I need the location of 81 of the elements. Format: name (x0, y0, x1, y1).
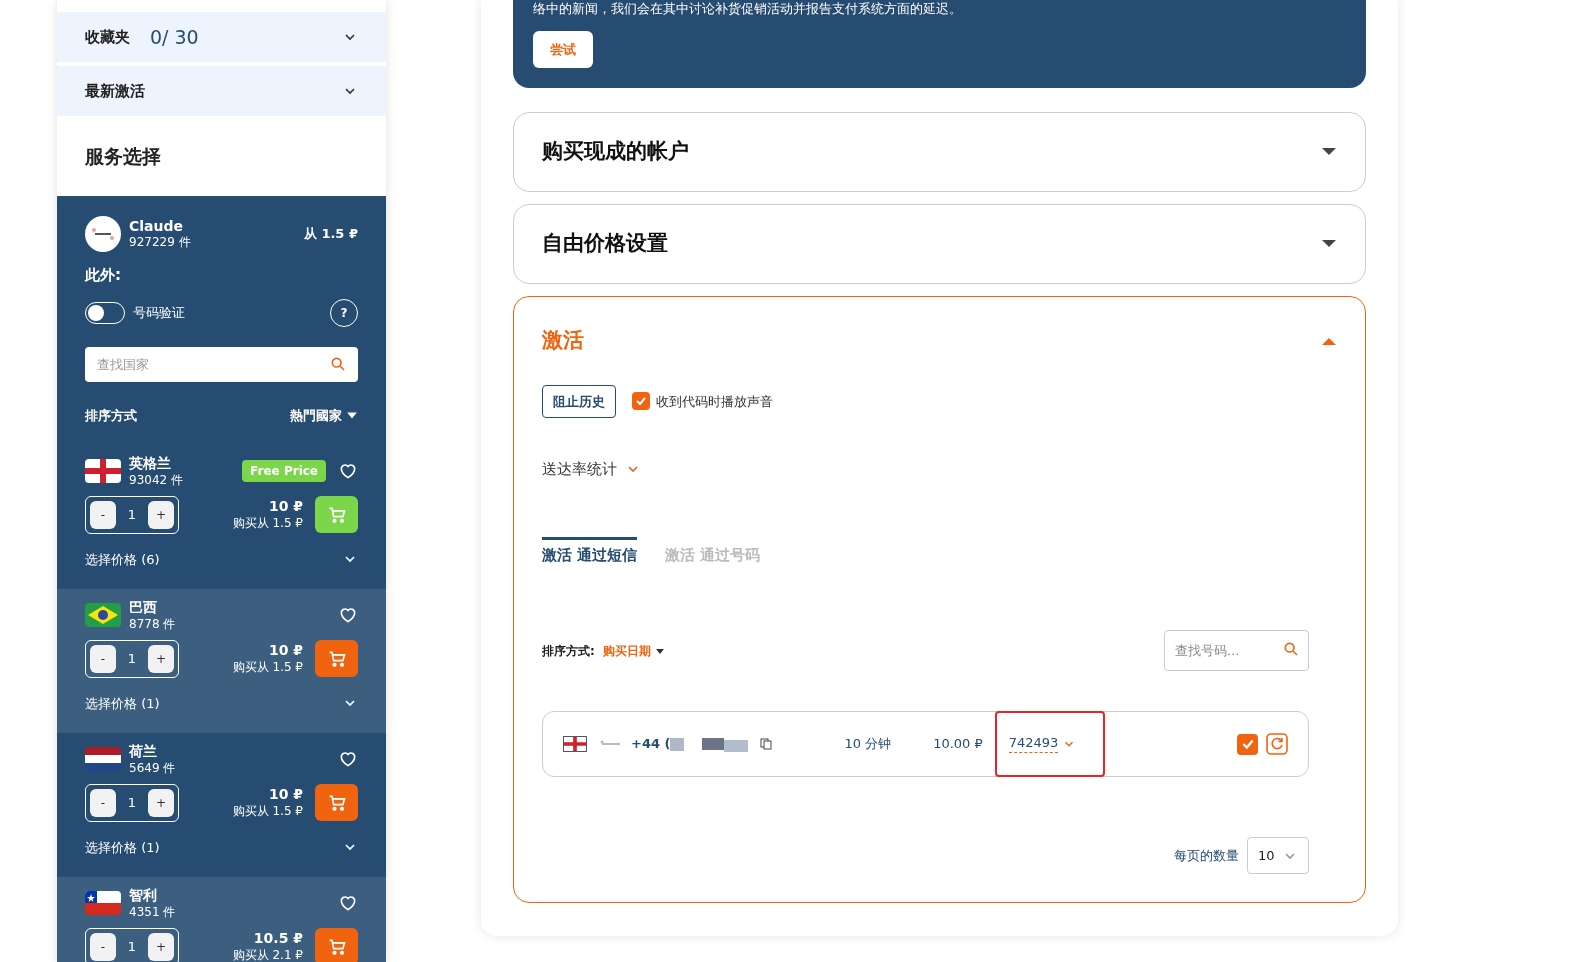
buy-from-price: 购买从 1.5 ₽ (232, 659, 303, 675)
increment-button[interactable]: + (148, 788, 174, 817)
quantity-value: 1 (127, 937, 137, 956)
cart-button[interactable] (315, 496, 358, 533)
country-price: 10 ₽ (268, 498, 303, 516)
sort-dropdown[interactable]: 熱門國家 (290, 405, 358, 425)
check-icon (1240, 737, 1255, 751)
country-price: 10.5 ₽ (253, 930, 303, 948)
accordion-title[interactable]: 自由价格设置 (542, 228, 668, 260)
flag-icon (85, 459, 121, 484)
sound-checkbox[interactable] (632, 392, 650, 411)
sort-label: 排序方式 (85, 406, 137, 425)
country-name: 英格兰 (129, 455, 172, 473)
sms-code[interactable]: 742493 (1008, 735, 1059, 753)
block-history-button[interactable]: 阻止历史 (542, 384, 616, 418)
country-count: 8778 件 (129, 616, 176, 632)
free-price-badge: Free Price (242, 460, 326, 483)
cart-button[interactable] (315, 928, 358, 962)
country-name: 荷兰 (129, 743, 158, 761)
service-count: 927229 件 (129, 235, 191, 251)
increment-button[interactable]: + (148, 500, 174, 529)
price-options-label[interactable]: 选择价格 (6) (85, 549, 160, 569)
flag-icon (85, 747, 121, 772)
delivery-stats-toggle[interactable]: 送达率统计 (542, 458, 617, 481)
quantity-value: 1 (127, 649, 137, 668)
time-remaining: 10 分钟 (844, 735, 892, 754)
country-count: 4351 件 (129, 904, 176, 920)
refresh-icon[interactable] (1266, 733, 1288, 755)
country-name: 智利 (129, 887, 158, 905)
favorites-label: 收藏夹 (85, 26, 130, 48)
buy-from-price: 购买从 2.1 ₽ (232, 947, 303, 962)
increment-button[interactable]: + (148, 644, 174, 673)
sort-label: 排序方式: (542, 642, 595, 660)
service-name: Claude (129, 217, 184, 236)
caret-down-icon[interactable] (1321, 146, 1337, 158)
number-search-field[interactable]: 查找号码... (1164, 630, 1309, 671)
country-price: 10 ₽ (268, 642, 303, 660)
country-search-field[interactable]: 查找国家 (85, 346, 358, 382)
increment-button[interactable]: + (148, 932, 174, 961)
favorites-row[interactable]: 收藏夹 0/ 30 (57, 12, 386, 62)
cart-button[interactable] (315, 784, 358, 821)
per-page-select[interactable]: 10 (1247, 837, 1309, 874)
price-options-label[interactable]: 选择价格 (1) (85, 837, 160, 857)
country-name: 巴西 (129, 599, 158, 617)
country-count: 5649 件 (129, 760, 176, 776)
activation-tab[interactable]: 激活 通过短信 (542, 536, 638, 566)
phone-number: +44 ( (631, 735, 671, 754)
caret-down-icon[interactable] (1321, 238, 1337, 250)
search-icon (330, 355, 346, 372)
country-count: 93042 件 (129, 472, 183, 488)
accordion-title[interactable]: 购买现成的帐户 (542, 136, 689, 168)
recent-activations-label: 最新激活 (85, 80, 145, 102)
search-icon (1283, 641, 1299, 657)
service-price: 从 1.5 ₽ (303, 225, 358, 244)
cart-button[interactable] (315, 640, 358, 677)
copy-icon[interactable] (760, 738, 773, 750)
buy-from-price: 购买从 1.5 ₽ (232, 803, 303, 819)
quantity-value: 1 (127, 793, 137, 812)
flag-icon (85, 891, 121, 916)
section-title: 服务选择 (85, 143, 161, 169)
complete-checkbox[interactable] (1237, 733, 1258, 755)
recent-activations-row[interactable]: 最新激活 (57, 66, 386, 116)
flag-icon (563, 736, 587, 752)
extra-label: 此外: (85, 265, 122, 286)
quantity-value: 1 (127, 505, 137, 524)
price-options-label[interactable]: 选择价格 (1) (85, 693, 160, 713)
decrement-button[interactable]: - (90, 500, 116, 529)
banner-text: 络中的新闻，我们会在其中讨论补货促销活动并报告支付系统方面的延迟。 (533, 2, 963, 15)
decrement-button[interactable]: - (90, 932, 116, 961)
buy-from-price: 购买从 1.5 ₽ (232, 515, 303, 531)
decrement-button[interactable]: - (90, 644, 116, 673)
service-logo-icon (85, 216, 121, 252)
decrement-button[interactable]: - (90, 788, 116, 817)
toggle-label: 号码验证 (133, 303, 185, 322)
sound-label: 收到代码时播放声音 (656, 392, 773, 411)
check-icon (635, 395, 647, 408)
row-price: 10.00 ₽ (933, 735, 983, 754)
flag-icon (85, 603, 121, 628)
per-page-label: 每页的数量 (1174, 846, 1239, 865)
favorites-count: 0/ 30 (150, 24, 199, 50)
country-price: 10 ₽ (268, 786, 303, 804)
